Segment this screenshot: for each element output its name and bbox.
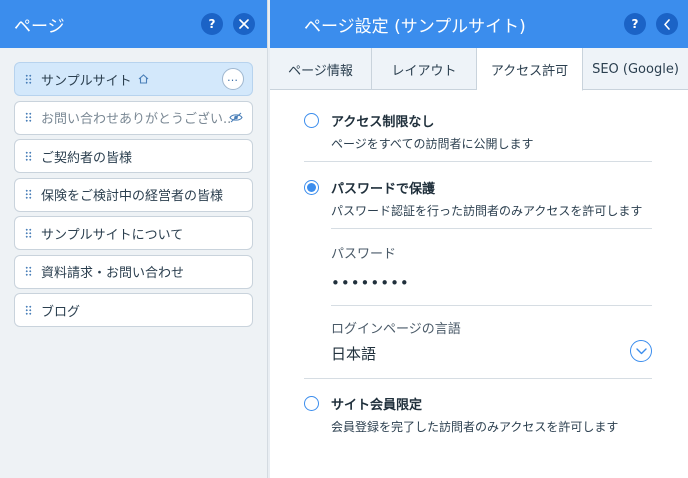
option-title: アクセス制限なし	[331, 115, 435, 130]
home-icon	[138, 74, 149, 84]
drag-handle-icon[interactable]	[25, 150, 32, 162]
drag-handle-icon[interactable]	[25, 73, 32, 85]
password-field[interactable]: パスワード ••••••••	[331, 229, 652, 305]
help-button[interactable]: ?	[201, 13, 223, 35]
option-title: サイト会員限定	[331, 398, 423, 413]
radio-members-only[interactable]	[304, 396, 319, 411]
close-button[interactable]	[233, 13, 255, 35]
divider	[304, 161, 652, 162]
radio-no-restriction[interactable]	[304, 113, 319, 128]
drag-handle-icon[interactable]	[25, 227, 32, 239]
tab-seo[interactable]: SEO (Google)	[583, 48, 688, 90]
option-password[interactable]: パスワードで保護 パスワード認証を行った訪問者のみアクセスを許可します	[304, 178, 652, 228]
page-item-label: ブログ	[41, 304, 81, 320]
more-icon: …	[227, 70, 239, 84]
password-settings: パスワード •••••••• ログインページの言語 日本語	[331, 228, 652, 378]
page-item-label: 資料請求・お問い合わせ	[41, 266, 185, 281]
login-language-select[interactable]: ログインページの言語 日本語	[331, 306, 652, 378]
option-description: ページをすべての訪問者に公開します	[331, 137, 534, 151]
page-settings-title: ページ設定 (サンプルサイト)	[304, 16, 526, 37]
page-item-label: サンプルサイトについて	[41, 227, 184, 243]
pages-panel-header: ページ ?	[0, 0, 267, 48]
tab-layout[interactable]: レイアウト	[372, 48, 477, 90]
page-list: サンプルサイト … お問い合わせありがとうござい.. ご契約者の皆様 保険をご検…	[0, 48, 267, 327]
drag-handle-icon[interactable]	[25, 112, 32, 123]
tab-page-info[interactable]: ページ情報	[270, 48, 372, 90]
help-icon: ?	[631, 17, 639, 31]
login-language-label: ログインページの言語	[331, 322, 461, 337]
pages-panel: ページ ? サンプルサイト … お問い合わせありがとうござい.. ご契約者の皆様…	[0, 0, 268, 478]
login-language-value[interactable]: 日本語	[331, 343, 652, 364]
page-item-blog[interactable]: ブログ	[14, 293, 253, 327]
help-icon: ?	[208, 17, 216, 31]
option-members-only[interactable]: サイト会員限定 会員登録を完了した訪問者のみアクセスを許可します	[304, 394, 652, 444]
drag-handle-icon[interactable]	[25, 189, 32, 200]
password-input[interactable]: ••••••••	[331, 274, 652, 292]
page-item-label: お問い合わせありがとうござい..	[41, 112, 232, 127]
radio-password[interactable]	[304, 180, 319, 195]
pages-panel-title: ページ	[14, 16, 65, 37]
option-title: パスワードで保護	[331, 182, 436, 197]
tab-access[interactable]: アクセス許可	[477, 48, 583, 91]
drag-handle-icon[interactable]	[25, 266, 32, 277]
close-icon	[239, 19, 249, 29]
hidden-eye-icon	[229, 112, 243, 127]
page-item-label: サンプルサイト	[41, 73, 132, 89]
page-settings-header: ページ設定 (サンプルサイト) ?	[270, 0, 688, 48]
access-settings: アクセス制限なし ページをすべての訪問者に公開します パスワードで保護 パスワー…	[270, 111, 688, 444]
option-description: パスワード認証を行った訪問者のみアクセスを許可します	[331, 204, 643, 218]
page-item-inquiry[interactable]: 資料請求・お問い合わせ	[14, 254, 253, 289]
option-description: 会員登録を完了した訪問者のみアクセスを許可します	[331, 420, 619, 434]
page-item-thanks[interactable]: お問い合わせありがとうござい..	[14, 100, 253, 135]
password-label: パスワード	[331, 247, 397, 262]
divider	[304, 378, 652, 379]
page-item-label: ご契約者の皆様	[41, 150, 133, 166]
page-settings-panel: ページ設定 (サンプルサイト) ? ページ情報 レイアウト アクセス許可 SEO…	[270, 0, 688, 478]
settings-tabs: ページ情報 レイアウト アクセス許可 SEO (Google)	[270, 48, 688, 91]
page-item-contract-holders[interactable]: ご契約者の皆様	[14, 139, 253, 173]
page-item-about[interactable]: サンプルサイトについて	[14, 216, 253, 250]
option-no-restriction[interactable]: アクセス制限なし ページをすべての訪問者に公開します	[304, 111, 652, 161]
more-actions-button[interactable]: …	[222, 68, 244, 90]
back-button[interactable]	[656, 13, 678, 35]
drag-handle-icon[interactable]	[25, 304, 32, 316]
page-item-sample-site[interactable]: サンプルサイト …	[14, 62, 253, 96]
back-icon	[664, 18, 670, 30]
chevron-down-icon[interactable]	[630, 340, 652, 362]
page-item-managers[interactable]: 保険をご検討中の経営者の皆様	[14, 177, 253, 212]
page-item-label: 保険をご検討中の経営者の皆様	[41, 189, 224, 204]
help-button[interactable]: ?	[624, 13, 646, 35]
